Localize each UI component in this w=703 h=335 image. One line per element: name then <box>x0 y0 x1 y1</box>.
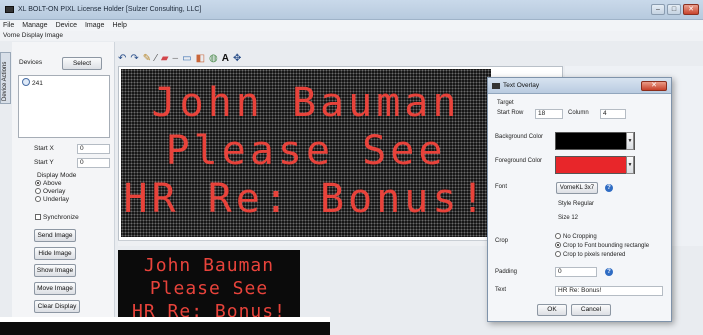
font-label: Font <box>495 184 508 190</box>
eraser-icon[interactable]: ▰ <box>161 53 169 65</box>
column-label: Column <box>568 110 589 116</box>
text-icon[interactable]: A <box>222 53 229 65</box>
led-line-3: HR Re: Bonus! <box>123 176 489 222</box>
foreground-color-dropdown[interactable]: ▼ <box>626 156 634 174</box>
dialog-close-button[interactable]: ✕ <box>641 81 667 91</box>
foreground-color-swatch[interactable] <box>555 156 635 174</box>
start-row-label: Start Row <box>497 110 524 116</box>
show-image-button[interactable]: Show Image <box>34 264 76 277</box>
radio-icon <box>555 233 561 239</box>
dialog-app-icon <box>492 83 500 89</box>
start-x-label: Start X <box>34 145 54 152</box>
fill-icon[interactable]: ◧ <box>196 53 205 65</box>
crop-option-none[interactable]: No Cropping <box>555 233 597 240</box>
font-help-icon[interactable]: ? <box>605 184 613 192</box>
display-mode-label: Display Mode <box>37 172 77 179</box>
send-image-button[interactable]: Send Image <box>34 229 76 242</box>
minimize-button[interactable]: – <box>651 4 665 15</box>
hide-image-button[interactable]: Hide Image <box>34 247 76 260</box>
led-line-2: Please See <box>165 128 447 174</box>
synchronize-checkbox[interactable]: Synchronize <box>35 214 79 221</box>
redo-icon[interactable]: ↷ <box>130 53 138 65</box>
dialog-title-bar: Text Overlay ✕ <box>488 78 671 94</box>
device-actions-label: Device Actions <box>2 61 8 101</box>
menu-file[interactable]: File <box>3 22 14 29</box>
panel-header: Vorne Display Image <box>0 31 703 41</box>
start-x-input[interactable]: 0 <box>77 144 110 154</box>
menu-device[interactable]: Device <box>56 22 77 29</box>
foreground-color-label: Foreground Color <box>495 158 543 164</box>
mode-above[interactable]: Above <box>35 180 61 187</box>
led-display-main[interactable]: John Bauman Please See HR Re: Bonus! <box>121 69 491 237</box>
device-item[interactable]: 241 <box>22 78 43 87</box>
clear-display-button[interactable]: Clear Display <box>34 300 80 313</box>
move-image-button[interactable]: Move Image <box>34 282 76 295</box>
drawing-toolbar: ↶ ↷ ✎ ⁄ ▰ – ▭ ◧ ◍ A ✥ <box>118 52 318 66</box>
preview-line-1: John Bauman <box>143 255 275 276</box>
background-color-swatch[interactable] <box>555 132 635 150</box>
mode-underlay[interactable]: Underlay <box>35 196 69 203</box>
start-y-label: Start Y <box>34 159 54 166</box>
radio-icon <box>35 180 41 186</box>
close-button[interactable]: ✕ <box>683 4 699 15</box>
cancel-button[interactable]: Cancel <box>571 304 611 316</box>
device-list[interactable]: 241 <box>18 75 110 138</box>
crop-label: Crop <box>495 238 509 244</box>
target-label: Target <box>497 100 514 106</box>
padding-label: Padding <box>495 269 518 275</box>
menu-manage[interactable]: Manage <box>22 22 47 29</box>
background-color-dropdown[interactable]: ▼ <box>626 132 634 150</box>
rectangle-icon[interactable]: ▭ <box>182 53 191 65</box>
start-row-input[interactable]: 18 <box>535 109 563 119</box>
start-y-input[interactable]: 0 <box>77 158 110 168</box>
padding-help-icon[interactable]: ? <box>605 268 613 276</box>
crop-option-pixels[interactable]: Crop to pixels rendered <box>555 251 625 258</box>
radio-icon <box>35 196 41 202</box>
window-title: XL BOLT-ON PIXL License Holder [Sulzer C… <box>18 6 202 13</box>
bottom-display-strip <box>0 320 330 335</box>
undo-icon[interactable]: ↶ <box>118 53 126 65</box>
padding-input[interactable]: 0 <box>555 267 597 277</box>
font-style-text: Style Regular <box>558 201 595 207</box>
radio-icon <box>555 242 561 248</box>
devices-label: Devices <box>19 59 43 66</box>
menu-help[interactable]: Help <box>112 22 126 29</box>
background-color-label: Background Color <box>495 134 544 140</box>
overlay-text-input[interactable]: HR Re: Bonus! <box>555 286 663 296</box>
radio-icon <box>35 188 41 194</box>
dialog-title: Text Overlay <box>503 82 540 89</box>
maximize-button[interactable]: □ <box>667 4 681 15</box>
text-overlay-dialog: Text Overlay ✕ Target Start Row 18 Colum… <box>487 77 672 322</box>
led-line-1: John Bauman <box>151 80 461 126</box>
menu-image[interactable]: Image <box>85 22 104 29</box>
app-icon <box>5 6 14 13</box>
crop-option-font-rect[interactable]: Crop to Font bounding rectangle <box>555 242 649 249</box>
font-button[interactable]: VorneKL 3x7 <box>556 182 598 194</box>
preview-line-2: Please See <box>149 278 269 299</box>
ok-button[interactable]: OK <box>537 304 567 316</box>
line-icon[interactable]: ⁄ <box>155 53 157 65</box>
shape-icon[interactable]: ◍ <box>209 53 218 65</box>
font-size-text: Size 12 <box>558 215 579 221</box>
mode-overlay[interactable]: Overlay <box>35 188 65 195</box>
dash-icon[interactable]: – <box>173 53 179 65</box>
move-icon[interactable]: ✥ <box>233 53 241 65</box>
panel-title: Vorne Display Image <box>3 32 63 39</box>
device-actions-tab[interactable]: Device Actions <box>0 52 11 104</box>
text-label: Text <box>495 287 507 293</box>
title-bar: XL BOLT-ON PIXL License Holder [Sulzer C… <box>0 0 703 20</box>
column-input[interactable]: 4 <box>600 109 626 119</box>
select-button[interactable]: Select <box>62 57 102 70</box>
checkbox-icon <box>35 214 41 220</box>
pencil-icon[interactable]: ✎ <box>143 53 151 65</box>
radio-icon <box>555 251 561 257</box>
menu-bar: File Manage Device Image Help <box>0 20 703 31</box>
